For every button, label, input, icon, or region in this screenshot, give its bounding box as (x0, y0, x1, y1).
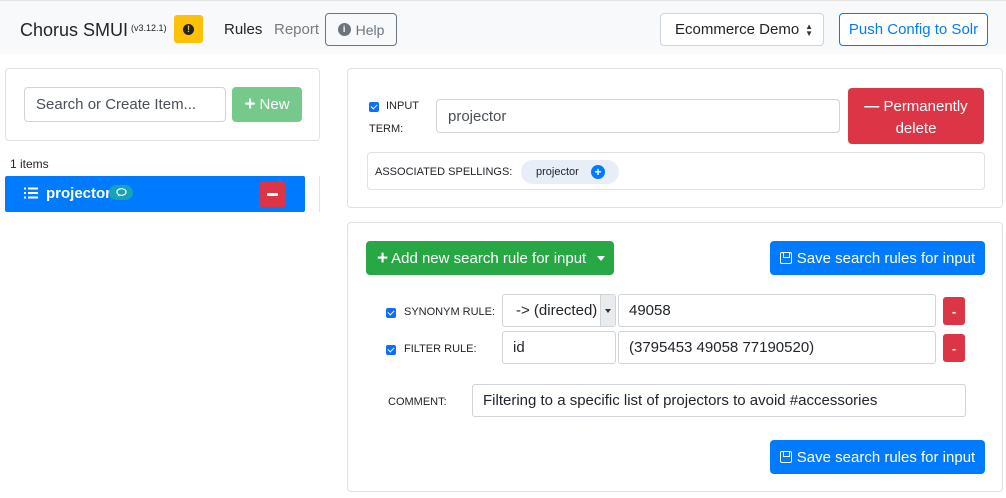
filter-field-input[interactable]: id (502, 331, 616, 364)
synonym-direction-value: -> (directed) (516, 302, 598, 319)
add-rule-dropdown-button[interactable]: + Add new search rule for input (366, 241, 614, 275)
synonym-direction-select[interactable]: -> (directed) (502, 294, 616, 327)
permanently-delete-button[interactable]: — Permanently delete (848, 88, 984, 144)
input-enabled-checkbox[interactable] (369, 102, 379, 112)
synonym-rule-checkbox[interactable] (386, 308, 396, 318)
synonym-rule-label: SYNONYM RULE: (404, 306, 496, 318)
list-item-projector[interactable]: projector (5, 176, 305, 212)
new-button-label: New (259, 96, 290, 113)
input-term-label-2: TERM: (369, 123, 404, 135)
search-input[interactable] (24, 87, 226, 122)
app-brand[interactable]: Chorus SMUI (20, 20, 128, 41)
list-divider (319, 176, 320, 212)
comment-label: COMMENT: (388, 396, 447, 408)
search-rules-card: + Add new search rule for input Save sea… (347, 222, 1003, 492)
help-button[interactable]: i Help (325, 13, 397, 46)
associated-spellings-box: ASSOCIATED SPELLINGS: projector + (367, 152, 985, 190)
exclamation-circle-icon: ! (183, 23, 194, 35)
associated-spellings-label: ASSOCIATED SPELLINGS: (375, 166, 513, 178)
list-icon (24, 187, 38, 199)
solr-index-selected-value: Ecommerce Demo (675, 21, 800, 38)
filter-rule-label: FILTER RULE: (404, 343, 477, 355)
minus-icon (267, 193, 278, 196)
solr-index-select[interactable]: Ecommerce Demo ▲ ▼ (660, 13, 824, 46)
info-icon: i (337, 23, 351, 36)
input-term-label-1: INPUT (386, 100, 419, 112)
items-count: 1 items (10, 157, 49, 171)
caret-down-icon (597, 255, 606, 261)
dropdown-arrow-icon (600, 295, 615, 326)
permanently-delete-label-2: delete (895, 120, 937, 137)
permanently-delete-label-1: Permanently (883, 98, 968, 115)
search-create-panel: + New (5, 68, 320, 141)
delete-synonym-rule-button[interactable]: - (943, 297, 965, 325)
minus-icon: — (864, 98, 880, 115)
delete-item-button[interactable] (259, 182, 286, 207)
input-term-field[interactable]: projector (436, 99, 840, 133)
select-arrows-icon: ▲ ▼ (805, 22, 813, 38)
filter-value-input[interactable]: (3795453 49058 77190520) (618, 331, 936, 364)
delete-filter-rule-button[interactable]: - (943, 334, 965, 362)
help-button-label: Help (355, 21, 385, 38)
plus-circle-icon[interactable]: + (591, 165, 605, 179)
floppy-disk-icon (779, 252, 792, 264)
synonym-term-field[interactable]: 49058 (618, 294, 936, 327)
comment-input[interactable]: Filtering to a specific list of projecto… (472, 384, 966, 417)
nav-report-link[interactable]: Report (274, 21, 319, 38)
push-config-button[interactable]: Push Config to Solr (839, 13, 988, 46)
filter-rule-checkbox[interactable] (386, 345, 396, 355)
new-item-button[interactable]: + New (232, 87, 302, 122)
list-item-label: projector (46, 185, 112, 202)
save-rules-button-bottom[interactable]: Save search rules for input (770, 440, 985, 474)
app-version: (v3.12.1) (131, 23, 167, 33)
spelling-chip-label: projector (536, 166, 579, 178)
floppy-disk-icon (779, 451, 792, 463)
input-details-card: INPUT TERM: projector — Permanently dele… (347, 68, 1003, 208)
comment-icon (109, 185, 133, 200)
nav-rules-link[interactable]: Rules (224, 21, 262, 38)
add-rule-label: Add new search rule for input (391, 249, 587, 267)
warning-button[interactable]: ! (174, 15, 203, 43)
top-navbar: Chorus SMUI (v3.12.1) ! Rules Report i H… (0, 0, 1006, 54)
plus-icon: + (377, 247, 389, 269)
save-rules-label: Save search rules for input (796, 249, 976, 267)
save-rules-button-top[interactable]: Save search rules for input (770, 241, 985, 275)
spelling-chip[interactable]: projector + (521, 160, 619, 184)
save-rules-label: Save search rules for input (796, 448, 976, 466)
plus-icon: + (244, 94, 256, 115)
